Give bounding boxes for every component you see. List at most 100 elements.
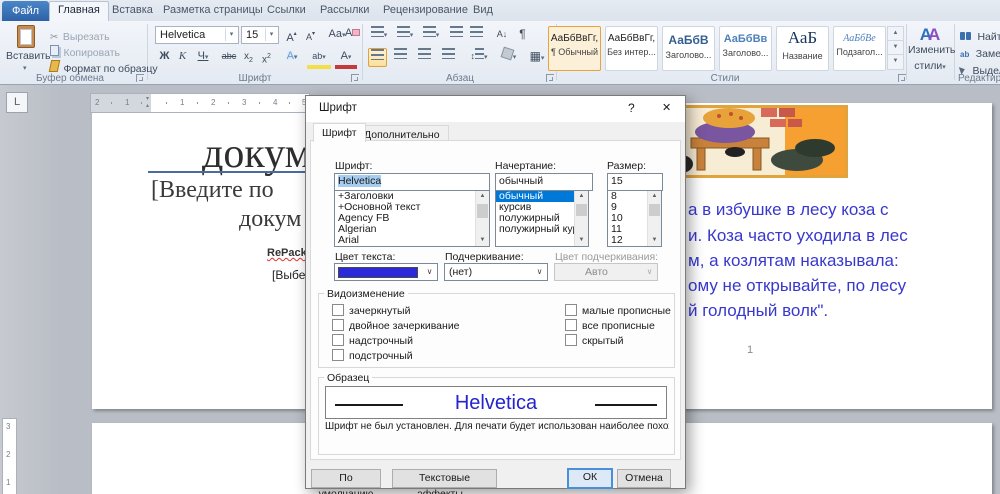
tab-page-layout[interactable]: Разметка страницы [163, 4, 263, 16]
find-button[interactable]: Найти [960, 27, 1000, 45]
change-styles-label: Изменить [908, 44, 952, 56]
doc-body-line[interactable]: ому не открывайте, по лесу [688, 276, 906, 296]
numbering-button[interactable]: ▾ [394, 26, 416, 43]
style-title[interactable]: АаБНазвание [776, 26, 829, 71]
tab-references[interactable]: Ссылки [267, 4, 306, 16]
strikethrough-button[interactable]: abc [219, 48, 239, 65]
style-no-spacing[interactable]: АаБбВвГг,Без интер... [605, 26, 658, 71]
font-size-list[interactable]: 8 9 10 11 12 ▲ ▼ [607, 190, 662, 247]
scroll-down-icon: ▼ [476, 235, 489, 246]
doc-body-line[interactable]: и. Коза часто уходила в лес [688, 226, 908, 246]
clear-formatting-button[interactable]: А [344, 25, 361, 42]
align-right-button[interactable] [416, 48, 433, 65]
change-styles-button[interactable]: АА Изменить стили▾ [908, 25, 952, 73]
justify-button[interactable] [440, 48, 457, 65]
tab-insert[interactable]: Вставка [112, 4, 153, 16]
font-size-combo[interactable]: 15 ▾ [241, 26, 279, 44]
help-button[interactable]: ? [628, 101, 635, 115]
checkbox-subscript[interactable]: подстрочный [332, 349, 413, 362]
ok-button[interactable]: ОК [567, 468, 613, 489]
font-style-edit[interactable]: обычный [495, 173, 593, 191]
doc-body-line[interactable]: й голодный волк". [688, 301, 828, 321]
line-spacing-button[interactable]: ↕▾ [466, 48, 492, 65]
font-size-edit[interactable]: 15 [607, 173, 663, 191]
dialog-titlebar[interactable]: Шрифт ? ✕ [306, 96, 685, 122]
cancel-button[interactable]: Отмена [617, 469, 671, 488]
paste-button[interactable]: Вставить ▾ [6, 24, 46, 74]
doc-body-line[interactable]: м, а козлятам наказывала: [688, 251, 899, 271]
underline-dropdown[interactable]: (нет) ∨ [444, 263, 548, 281]
align-center-button[interactable] [392, 48, 409, 65]
scroll-down-icon: ▼ [648, 235, 661, 246]
checkbox-hidden[interactable]: скрытый [565, 334, 623, 347]
multilevel-list-button[interactable]: ▾ [420, 26, 442, 43]
tab-review[interactable]: Рецензирование [383, 4, 468, 16]
sort-button[interactable]: А↓ [492, 26, 512, 43]
show-marks-button[interactable]: ¶ [514, 26, 531, 43]
text-effects-button[interactable]: А▾ [281, 48, 303, 65]
replace-button[interactable]: ab Заменить [960, 44, 1000, 62]
default-button[interactable]: По умолчанию [311, 469, 381, 488]
styles-more-button[interactable]: ▼ [887, 54, 904, 70]
borders-button[interactable]: ▦▾ [524, 48, 550, 65]
checkbox-strikethrough[interactable]: зачеркнутый [332, 304, 410, 317]
doc-author-text[interactable]: RePack [267, 247, 307, 259]
clipboard-dialog-launcher[interactable] [136, 74, 144, 82]
chevron-down-icon[interactable]: ▾ [225, 28, 237, 41]
font-style-list[interactable]: обычный курсив полужирный полужирный кур… [495, 190, 589, 247]
tab-mailings[interactable]: Рассылки [320, 4, 369, 16]
font-name-edit[interactable]: Helvetica [334, 173, 490, 191]
style-heading2[interactable]: АаБбВвЗаголово... [719, 26, 772, 71]
tab-stop-selector[interactable]: L [6, 92, 28, 113]
align-left-button[interactable] [368, 48, 387, 67]
checkbox-icon [565, 319, 577, 331]
close-icon[interactable]: ✕ [662, 101, 671, 114]
style-heading1[interactable]: АаБбВЗаголово... [662, 26, 715, 71]
paragraph-dialog-launcher[interactable] [546, 74, 554, 82]
styles-dialog-launcher[interactable] [898, 74, 906, 82]
doc-subtitle-line2[interactable]: докум [239, 206, 301, 233]
indent-marker[interactable]: ▴ [146, 102, 149, 109]
font-name-list[interactable]: +Заголовки +Основной текст Agency FB Alg… [334, 190, 490, 247]
underline-button[interactable]: Ч▾ [192, 48, 214, 65]
ruler-margin-area [91, 94, 151, 112]
dialog-tab-font[interactable]: Шрифт [313, 123, 366, 142]
font-name-combo[interactable]: Helvetica ▾ [155, 26, 239, 44]
scrollbar[interactable]: ▲ ▼ [475, 191, 489, 246]
superscript-button[interactable]: x2 [258, 48, 275, 65]
effects-group-label: Видоизменение [324, 288, 408, 300]
font-dialog-launcher[interactable] [351, 74, 359, 82]
grow-font-button[interactable]: А▴ [283, 26, 300, 43]
tab-home-label[interactable]: Главная [58, 4, 100, 16]
increase-indent-button[interactable] [468, 26, 485, 43]
checkbox-all-caps[interactable]: все прописные [565, 319, 655, 332]
bold-button[interactable]: Ж [156, 48, 173, 65]
sample-line [335, 404, 403, 406]
tab-file[interactable]: Файл [2, 1, 49, 21]
shading-button[interactable]: ▾ [497, 48, 521, 65]
subscript-button[interactable]: x2 [240, 48, 257, 65]
horizontal-ruler[interactable]: 2 1 ▾ ▴ 1 2 3 4 5 [90, 93, 310, 113]
indent-marker[interactable]: ▾ [146, 95, 149, 102]
italic-button[interactable]: К [174, 48, 191, 65]
vertical-ruler[interactable]: 3 2 1 [2, 418, 17, 494]
bullets-button[interactable]: ▾ [368, 26, 390, 43]
scrollbar[interactable]: ▲ ▼ [647, 191, 661, 246]
style-normal[interactable]: АаБбВвГг,¶ Обычный [548, 26, 601, 71]
chevron-down-icon[interactable]: ▾ [265, 28, 277, 41]
highlight-color-button[interactable]: ab▾ [307, 48, 331, 69]
text-color-dropdown[interactable]: ∨ [334, 263, 438, 281]
scrollbar[interactable]: ▲ ▼ [574, 191, 588, 246]
checkbox-double-strikethrough[interactable]: двойное зачеркивание [332, 319, 460, 332]
shrink-font-button[interactable]: А▾ [302, 26, 319, 43]
font-color-button[interactable]: А▾ [335, 48, 357, 69]
tab-view[interactable]: Вид [473, 4, 493, 16]
doc-body-line[interactable]: а в избушке в лесу коза с [688, 200, 889, 220]
doc-illustration[interactable] [670, 105, 848, 178]
checkbox-small-caps[interactable]: малые прописные [565, 304, 671, 317]
style-subtitle[interactable]: АаБбВеПодзагол... [833, 26, 886, 71]
text-effects-button[interactable]: Текстовые эффекты... [392, 469, 497, 488]
decrease-indent-button[interactable] [448, 26, 465, 43]
doc-subtitle-line1[interactable]: [Введите по [151, 177, 274, 204]
checkbox-superscript[interactable]: надстрочный [332, 334, 413, 347]
